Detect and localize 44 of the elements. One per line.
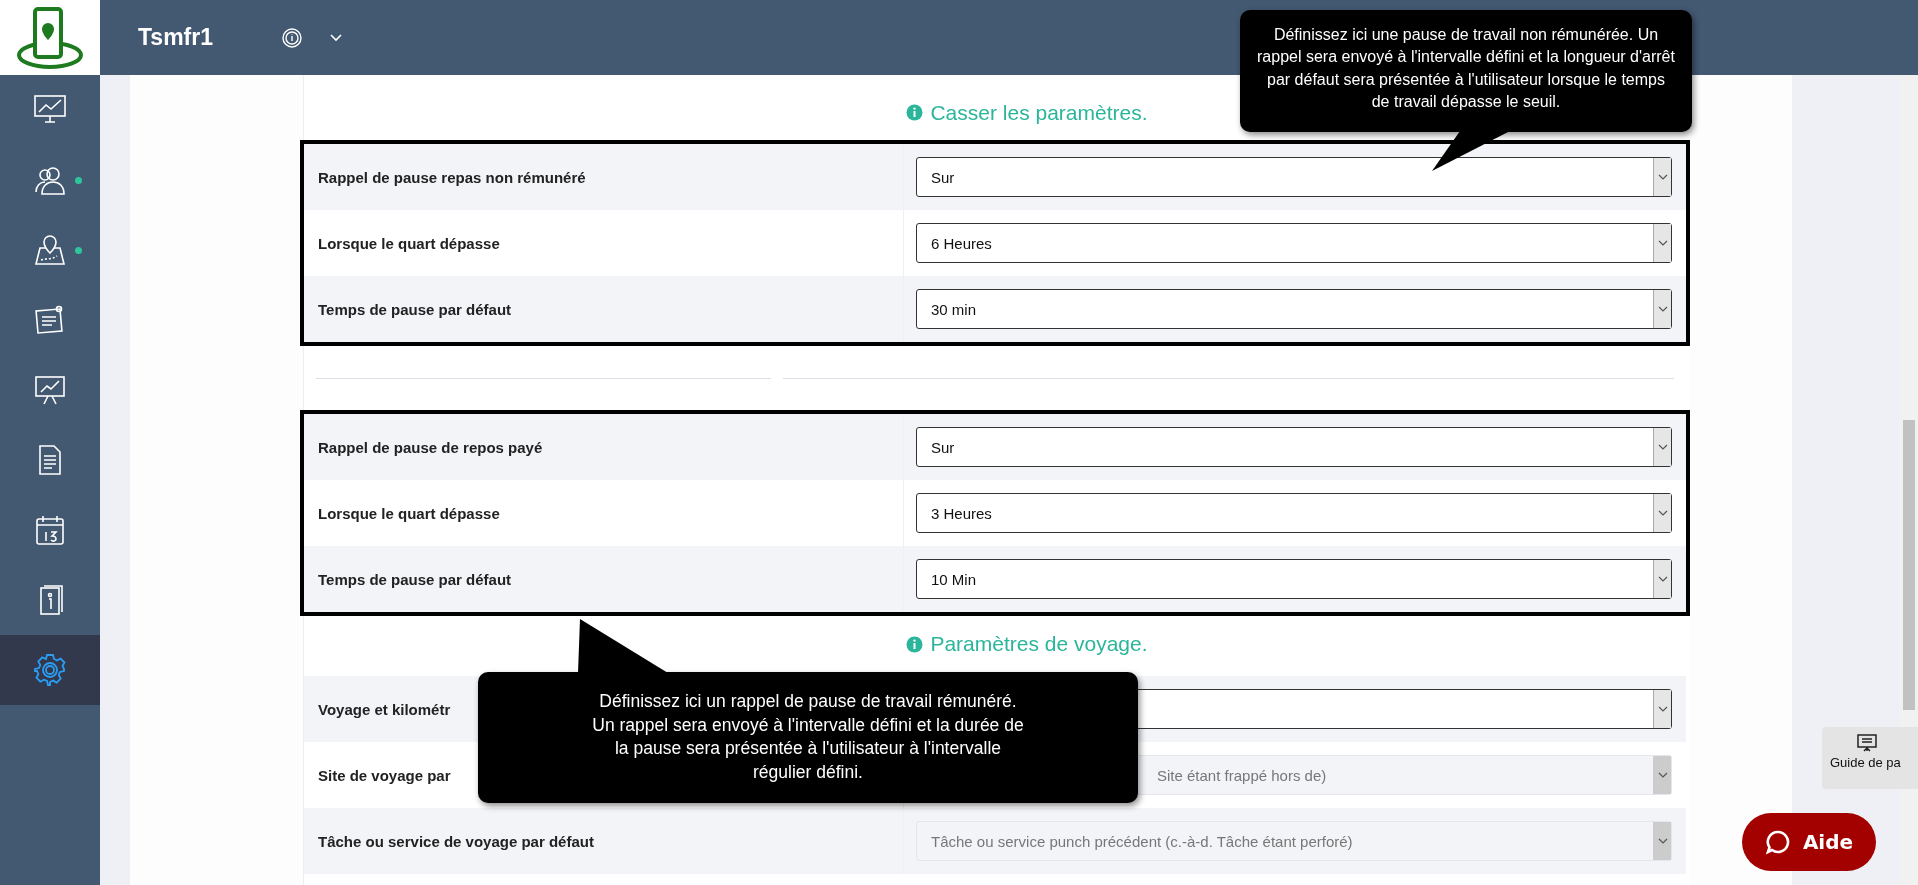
presentation-board-icon: [1856, 733, 1878, 753]
info-icon[interactable]: [281, 26, 303, 49]
logo-icon: [0, 0, 100, 75]
field-label: Rappel de pause de repos payé: [318, 438, 543, 456]
chevron-down-icon: [1653, 560, 1671, 598]
dropdown-field[interactable]: 10 Min: [916, 559, 1672, 599]
page-guide-button[interactable]: Guide de pa: [1822, 727, 1918, 789]
monitor-chart-icon: [33, 94, 67, 126]
chevron-down-icon: [1653, 428, 1671, 466]
field-label: Site de voyage par: [318, 766, 451, 784]
sidebar-item[interactable]: [0, 635, 100, 705]
calendar-icon: [33, 514, 67, 546]
section-heading: Casser les paramètres.: [930, 100, 1148, 125]
dropdown-field[interactable]: Sur: [916, 157, 1672, 197]
settings-icon: [33, 653, 67, 687]
field-label: Lorsque le quart dépasse: [318, 504, 500, 522]
chevron-down-icon: [1653, 756, 1671, 794]
field-label: Voyage et kilométr: [318, 700, 451, 718]
scrollbar[interactable]: [1900, 75, 1918, 885]
chevron-down-icon: [1653, 224, 1671, 262]
field-label: Lorsque le quart dépasse: [318, 234, 500, 252]
field-label: Tâche ou service de voyage par défaut: [318, 832, 594, 850]
field-label: Rappel de pause repas non rémunéré: [318, 168, 586, 186]
chevron-down-icon: [1653, 290, 1671, 328]
presentation-chart-icon: [33, 374, 67, 406]
dropdown-field[interactable]: 30 min: [916, 289, 1672, 329]
users-icon: [33, 164, 67, 196]
dropdown-field[interactable]: Sur: [916, 427, 1672, 467]
section-heading: Paramètres de voyage.: [930, 632, 1148, 656]
chevron-down-icon[interactable]: [329, 32, 343, 43]
account-name: Tsmfr1: [138, 24, 213, 51]
dropdown-field[interactable]: 3 Heures: [916, 493, 1672, 533]
dropdown-field[interactable]: 6 Heures: [916, 223, 1672, 263]
map-pin-icon: [33, 234, 67, 266]
chevron-down-icon: [1653, 158, 1671, 196]
info-icon: [906, 104, 924, 121]
field-label: Temps de pause par défaut: [318, 570, 512, 588]
help-button[interactable]: Aide: [1742, 813, 1876, 871]
info-icon: [906, 635, 924, 653]
chevron-down-icon: [1653, 822, 1671, 860]
chat-bubble-icon: [1764, 829, 1791, 855]
field-label: Temps de pause par défaut: [318, 300, 512, 318]
chevron-down-icon: [1653, 494, 1671, 532]
chevron-down-icon: [1653, 690, 1671, 728]
